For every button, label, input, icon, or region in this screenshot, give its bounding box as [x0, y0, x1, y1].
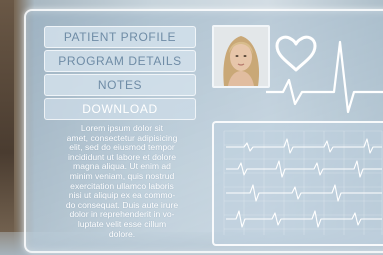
heartbeat-line-icon [266, 40, 383, 114]
ecg-chart [223, 130, 383, 235]
ecg-monitor [212, 121, 383, 246]
heart-icon [275, 35, 317, 72]
